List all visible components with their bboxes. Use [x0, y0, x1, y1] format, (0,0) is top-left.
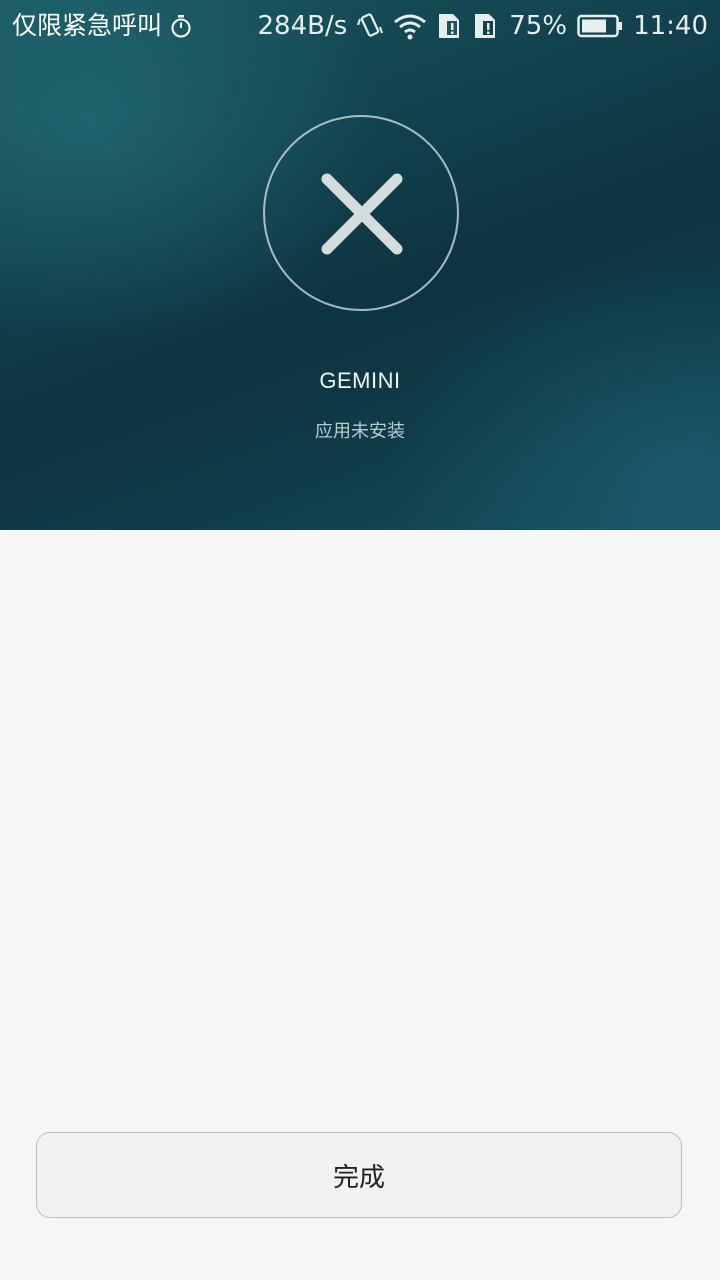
sim1-alert-icon	[437, 11, 463, 41]
install-failed-badge	[263, 115, 459, 311]
status-bar-left: 仅限紧急呼叫	[12, 8, 192, 44]
timer-icon	[170, 14, 192, 38]
status-bar: 仅限紧急呼叫 284B/s 75% 11:40	[0, 0, 720, 52]
sim2-alert-icon	[473, 11, 499, 41]
carrier-text: 仅限紧急呼叫	[12, 11, 163, 40]
net-speed: 284B/s	[257, 11, 348, 41]
done-button[interactable]: 完成	[36, 1132, 682, 1218]
wifi-icon	[393, 12, 427, 40]
clock: 11:40	[633, 11, 708, 41]
result-header: 仅限紧急呼叫 284B/s 75% 11:40 GEMINI 应用未安装	[0, 0, 720, 530]
install-status-message: 应用未安装	[315, 421, 405, 442]
battery-icon	[577, 13, 623, 39]
done-button-label: 完成	[332, 1162, 385, 1193]
vibrate-icon	[357, 11, 384, 41]
status-bar-right: 284B/s 75% 11:40	[257, 8, 708, 44]
close-icon	[321, 173, 403, 255]
app-name: GEMINI	[319, 368, 401, 393]
battery-percent: 75%	[509, 11, 568, 41]
